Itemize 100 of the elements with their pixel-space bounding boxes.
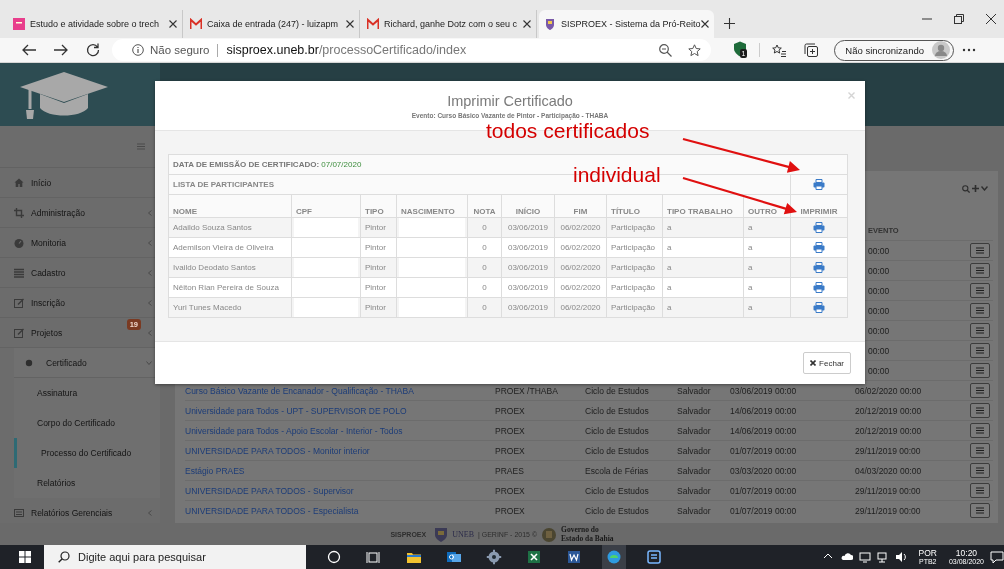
windows-icon[interactable] [19,551,31,563]
table-cell: 00:00 [868,245,890,256]
submenu-item[interactable]: Assinatura [14,378,160,408]
monitor-icon[interactable] [858,550,871,564]
table-cell: Salvador [677,405,711,416]
chevron-down-icon[interactable] [981,186,988,191]
row-menu-button[interactable] [970,243,990,258]
edit-icon [14,297,24,308]
speaker-icon[interactable] [894,550,907,564]
issue-date-label: DATA DE EMISSÃO DE CERTIFICADO: 07/07/2020 [173,160,362,169]
submenu-item[interactable]: Processo do Certificado [14,438,160,468]
gauge-icon [14,237,24,248]
table-cell: Salvador [677,445,711,456]
row-menu-button[interactable] [970,323,990,338]
crest-icon [544,18,556,30]
security-label: Não seguro [150,44,210,56]
row-menu-button[interactable] [970,483,990,498]
event-link[interactable]: UNIVERSIDADE PARA TODOS - Supervisor [185,485,354,496]
menu-icon [976,287,984,294]
info-icon [132,44,144,56]
row-menu-button[interactable] [970,423,990,438]
table-cell: a [748,283,753,292]
table-cell: Pintor [365,303,386,312]
event-link[interactable]: Estágio PRAES [185,465,245,476]
print-button[interactable] [813,262,825,273]
row-menu-button[interactable] [970,503,990,518]
close-icon[interactable] [523,20,531,28]
table-cell: PROEX /THABA [495,385,558,396]
menu-icon [976,447,984,454]
browser-icon[interactable] [602,545,626,569]
table-cell: 29/11/2019 00:00 [855,485,921,496]
table-cell: Participação [611,243,656,252]
table-cell: 04/03/2020 00:00 [855,465,922,476]
address-field[interactable]: Não seguro sisproex.uneb.br/processoCertificado/index [112,39,711,61]
print-button[interactable] [813,302,825,313]
table-cell: Nêiton Rian Pereira de Souza [173,283,279,292]
table-cell: 00:00 [868,305,890,316]
table-cell: Ciclo de Estudos [585,485,649,496]
close-icon[interactable] [346,20,354,28]
event-link[interactable]: UNIVERSIDADE PARA TODOS - Monitor interior [185,445,370,456]
table-cell: 01/07/2019 00:00 [730,505,797,516]
row-menu-button[interactable] [970,363,990,378]
star-icon[interactable] [687,43,701,57]
row-menu-button[interactable] [970,383,990,398]
event-link[interactable]: Universidade para Todos - UPT - SUPERVISOR DE POLO [185,405,407,416]
column-header: TIPO TRABALHO [667,207,733,216]
event-link[interactable]: UNIVERSIDADE PARA TODOS - Especialista [185,505,359,516]
print-all-button[interactable] [813,179,825,190]
submenu-item[interactable]: Corpo do Certificado [14,408,160,438]
row-menu-button[interactable] [970,403,990,418]
table-cell: 14/06/2019 00:00 [730,425,797,436]
zoom-icon[interactable] [658,43,672,57]
table-cell: PROEX [495,485,525,496]
tab-title: Caixa de entrada (247) - luizapm [207,19,340,29]
search-icon[interactable] [962,184,970,193]
table-cell: 06/02/2020 00:00 [855,385,922,396]
event-link[interactable]: Universidade para Todos - Apoio Escolar - Interior - Todos [185,425,403,436]
tab-title: Richard, ganhe Dotz com o seu c [384,19,518,29]
table-cell: 03/06/2019 [507,263,548,272]
menu-icon [976,327,984,334]
row-menu-button[interactable] [970,443,990,458]
browser-tab[interactable]: SISPROEX - Sistema da Pró-Reito [539,10,714,38]
table-cell: Salvador [677,505,711,516]
collections-icon[interactable] [804,43,819,57]
plus-icon[interactable] [724,18,735,29]
row-menu-button[interactable] [970,303,990,318]
reload-icon[interactable] [86,43,100,57]
sync-button[interactable]: Não sincronizando [834,39,954,61]
network-icon[interactable] [876,550,889,564]
crop-icon [14,207,24,218]
menu-icon [976,487,984,494]
close-icon[interactable] [986,14,996,24]
table-cell: a [667,243,672,252]
row-menu-button[interactable] [970,463,990,478]
print-button[interactable] [813,242,825,253]
back-icon[interactable] [22,44,36,56]
row-menu-button[interactable] [970,283,990,298]
event-link[interactable]: Curso Básico Vazante de Encanador - Qualificação - THABA [185,385,414,396]
column-header: CPF [296,207,312,216]
table-cell: a [748,263,753,272]
forward-icon[interactable] [54,44,68,56]
close-icon[interactable] [701,20,709,28]
notification-icon[interactable] [990,550,1004,564]
table-cell: Salvador [677,465,711,476]
row-menu-button[interactable] [970,263,990,278]
table-cell: Salvador [677,385,711,396]
search-field[interactable]: Digite aqui para pesquisar [44,545,306,569]
submenu-item[interactable]: Relatórios [14,468,160,498]
more-icon[interactable] [962,48,976,52]
table-cell: 0 [482,243,487,252]
column-header: NOTA [473,207,496,216]
close-icon[interactable] [169,20,177,28]
close-button[interactable]: Fechar [803,352,851,374]
row-menu-button[interactable] [970,343,990,358]
table-cell: 20/12/2019 00:00 [855,425,922,436]
restore-icon[interactable] [954,14,964,24]
list-label: LISTA DE PARTICIPANTES [173,180,275,189]
print-button[interactable] [813,222,825,233]
favorites-icon[interactable] [772,43,787,57]
print-button[interactable] [813,282,825,293]
